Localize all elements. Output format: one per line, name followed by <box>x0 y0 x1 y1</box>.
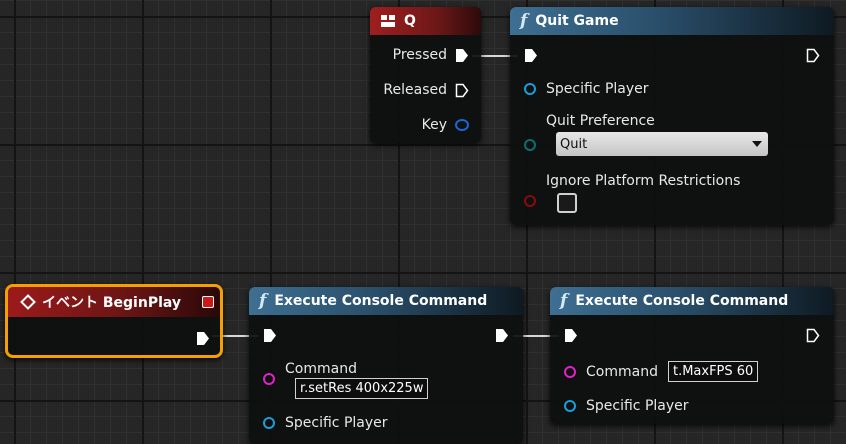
quit-preference-value: Quit <box>560 136 588 152</box>
key-q-node[interactable]: Q Pressed Released Key <box>370 7 481 143</box>
exec-out-pin-icon[interactable] <box>806 48 820 63</box>
pin-command-2[interactable]: Command t.MaxFPS 60 <box>564 361 759 382</box>
key-q-title: Q <box>404 13 416 29</box>
begin-play-node[interactable]: イベント BeginPlay <box>5 284 223 358</box>
dropdown-arrow-icon <box>752 141 762 147</box>
exec-in-pin-icon[interactable] <box>564 328 578 343</box>
exec-pin-filled-icon[interactable] <box>455 48 469 63</box>
pin-specific-player-label-2: Specific Player <box>586 398 689 414</box>
execute-console-command-header-1[interactable]: f Execute Console Command <box>249 287 523 315</box>
exec-pin-empty-icon[interactable] <box>455 83 469 98</box>
pin-quit-preference-label: Quit Preference <box>546 113 655 129</box>
pin-pressed-label: Pressed <box>392 47 447 63</box>
pin-pressed[interactable]: Pressed <box>393 47 469 63</box>
quit-preference-dropdown[interactable]: Quit <box>556 132 768 156</box>
exec-in-pin-icon[interactable] <box>263 328 277 343</box>
execute-console-command-node-2[interactable]: f Execute Console Command Command t.MaxF… <box>550 287 834 424</box>
delegate-pin-icon[interactable] <box>202 296 214 308</box>
begin-play-title: イベント BeginPlay <box>42 295 182 311</box>
pin-specific-player[interactable]: Specific Player <box>524 81 649 97</box>
exec-out-pin-icon[interactable] <box>806 328 820 343</box>
function-icon: f <box>560 291 568 311</box>
pin-key[interactable]: Key <box>422 117 469 133</box>
quit-game-header[interactable]: f Quit Game <box>510 7 834 35</box>
pin-specific-player-1[interactable]: Specific Player <box>263 415 388 431</box>
struct-pin-icon[interactable] <box>455 119 469 131</box>
exec-out-pin-icon[interactable] <box>196 331 210 346</box>
function-icon: f <box>520 11 528 31</box>
command-input-1[interactable]: r.setRes 400x225w <box>295 378 429 399</box>
begin-play-header[interactable]: イベント BeginPlay <box>8 287 220 317</box>
pin-command-label-2: Command <box>586 363 658 380</box>
key-q-header[interactable]: Q <box>370 7 481 35</box>
byte-pin-icon[interactable] <box>524 139 536 151</box>
pin-key-label: Key <box>421 117 447 133</box>
execute-console-command-title-1: Execute Console Command <box>274 293 488 309</box>
pin-specific-player-2[interactable]: Specific Player <box>564 398 689 414</box>
exec-out-pin-icon[interactable] <box>495 328 509 343</box>
object-pin-icon[interactable] <box>524 83 536 95</box>
pin-specific-player-label: Specific Player <box>546 81 649 97</box>
quit-game-node[interactable]: f Quit Game Specific Player Quit Prefere… <box>510 7 834 225</box>
command-input-2[interactable]: t.MaxFPS 60 <box>667 361 759 382</box>
quit-game-title: Quit Game <box>535 13 619 29</box>
event-diamond-icon <box>20 294 36 310</box>
execute-console-command-header-2[interactable]: f Execute Console Command <box>550 287 834 315</box>
bool-pin-icon[interactable] <box>524 195 536 207</box>
string-pin-icon[interactable] <box>564 365 576 378</box>
exec-in-pin-icon[interactable] <box>524 48 538 63</box>
object-pin-icon[interactable] <box>564 400 576 412</box>
pin-ignore-platform-restrictions-label: Ignore Platform Restrictions <box>546 173 741 189</box>
pin-specific-player-label-1: Specific Player <box>285 415 388 431</box>
keyboard-key-icon <box>381 15 395 27</box>
ignore-platform-restrictions-checkbox[interactable] <box>557 193 577 213</box>
pin-released-label: Released <box>383 82 447 98</box>
execute-console-command-node-1[interactable]: f Execute Console Command Command r.setR… <box>249 287 523 444</box>
object-pin-icon[interactable] <box>263 417 275 429</box>
pin-command-label-1: Command <box>285 361 357 377</box>
pin-released[interactable]: Released <box>383 82 469 98</box>
function-icon: f <box>259 291 267 311</box>
string-pin-icon[interactable] <box>263 373 275 385</box>
execute-console-command-title-2: Execute Console Command <box>575 293 789 309</box>
